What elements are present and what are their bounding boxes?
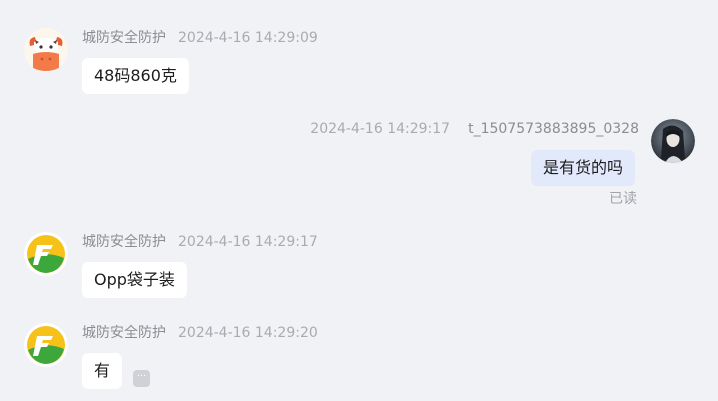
- message-timestamp: 2024-4-16 14:29:20: [178, 325, 318, 341]
- more-options-icon[interactable]: ···: [133, 370, 150, 387]
- cow-icon: [24, 28, 68, 72]
- message-meta: 城防安全防护 2024-4-16 14:29:09: [82, 30, 318, 46]
- sender-avatar[interactable]: [651, 119, 695, 163]
- message-bubble[interactable]: 有: [82, 353, 123, 389]
- read-status: 已读: [609, 191, 637, 207]
- company-logo-icon: [24, 232, 68, 276]
- sender-name: 城防安全防护: [82, 325, 166, 341]
- sender-avatar[interactable]: [24, 28, 68, 72]
- sender-name: 城防安全防护: [82, 234, 166, 250]
- sender-name: t_1507573883895_0328: [468, 121, 639, 137]
- message-bubble[interactable]: Opp袋子装: [82, 262, 187, 298]
- sender-avatar[interactable]: [24, 232, 68, 276]
- message-meta: 城防安全防护 2024-4-16 14:29:20: [82, 325, 318, 341]
- company-logo-icon: [24, 323, 68, 367]
- message-timestamp: 2024-4-16 14:29:17: [178, 234, 318, 250]
- message-meta: 城防安全防护 2024-4-16 14:29:17: [82, 234, 318, 250]
- user-photo-icon: [651, 119, 695, 163]
- message-meta: 2024-4-16 14:29:17 t_1507573883895_0328: [310, 121, 639, 137]
- message-bubble[interactable]: 是有货的吗: [531, 150, 636, 186]
- message-timestamp: 2024-4-16 14:29:17: [310, 121, 451, 137]
- message-bubble[interactable]: 48码860克: [82, 58, 189, 94]
- sender-avatar[interactable]: [24, 323, 68, 367]
- message-timestamp: 2024-4-16 14:29:09: [178, 30, 318, 46]
- sender-name: 城防安全防护: [82, 30, 166, 46]
